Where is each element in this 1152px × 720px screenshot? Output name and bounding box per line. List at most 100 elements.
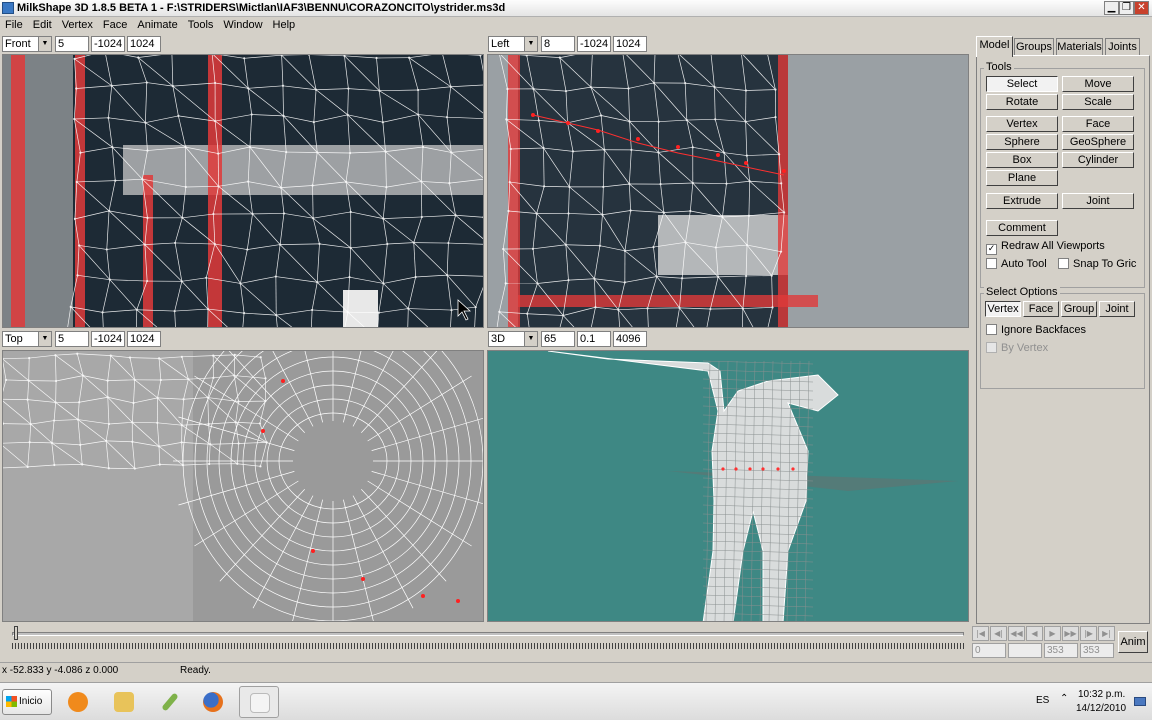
left-view-select[interactable]: Left ▼	[488, 36, 538, 52]
comment-tool-button[interactable]: Comment	[986, 220, 1058, 236]
file-explorer-taskbar-icon[interactable]	[104, 686, 144, 718]
current-frame-field[interactable]	[1008, 643, 1042, 658]
extrude-tool-button[interactable]: Extrude	[986, 193, 1058, 209]
clock-time[interactable]: 10:32 p.m.	[1078, 689, 1125, 700]
left-grid-field[interactable]: 8	[541, 36, 575, 52]
fast-forward-icon[interactable]: ▶▶	[1062, 626, 1079, 641]
3d-far-field[interactable]: 4096	[613, 331, 647, 347]
prev-key-icon[interactable]: ◀|	[990, 626, 1007, 641]
front-viewport[interactable]	[2, 54, 484, 328]
snap-to-grid-checkbox[interactable]: Snap To Gric	[1058, 258, 1136, 270]
geosphere-tool-button[interactable]: GeoSphere	[1062, 134, 1134, 150]
select-by-face-button[interactable]: Face	[1023, 301, 1059, 317]
model-panel: Model Groups Materials Joints Tools Sele…	[974, 34, 1152, 624]
frame-slider[interactable]	[12, 632, 964, 636]
top-grid-field[interactable]: 5	[55, 331, 89, 347]
taskbar: Inicio ES ⌃ 10:32 p.m. 14/12/2010	[0, 682, 1152, 720]
tab-model[interactable]: Model	[976, 36, 1013, 57]
end-frame-field[interactable]: 353	[1044, 643, 1078, 658]
front-wireframe	[3, 55, 483, 327]
tab-groups[interactable]: Groups	[1014, 38, 1054, 56]
top-near-field[interactable]: -1024	[91, 331, 125, 347]
window-title: MilkShape 3D 1.8.5 BETA 1 - F:\STRIDERS\…	[17, 2, 506, 14]
menu-edit[interactable]: Edit	[28, 17, 57, 31]
3d-fov-field[interactable]: 65	[541, 331, 575, 347]
tab-materials[interactable]: Materials	[1056, 38, 1103, 56]
last-frame-icon[interactable]: ▶|	[1098, 626, 1115, 641]
top-far-field[interactable]: 1024	[127, 331, 161, 347]
menu-vertex[interactable]: Vertex	[57, 17, 98, 31]
menu-help[interactable]: Help	[268, 17, 301, 31]
app-icon	[2, 2, 14, 14]
milkshape-taskbar-icon[interactable]	[239, 686, 279, 718]
status-bar: x -52.833 y -4.086 z 0.000 Ready.	[0, 662, 1152, 680]
clock-date[interactable]: 14/12/2010	[1076, 703, 1126, 714]
auto-tool-checkbox[interactable]: Auto Tool	[986, 258, 1047, 270]
minimize-button[interactable]: ▁	[1104, 1, 1119, 15]
face-tool-button[interactable]: Face	[1062, 116, 1134, 132]
menu-tools[interactable]: Tools	[183, 17, 219, 31]
maximize-button[interactable]: ❐	[1119, 1, 1134, 15]
scale-tool-button[interactable]: Scale	[1062, 94, 1134, 110]
select-by-group-button[interactable]: Group	[1061, 301, 1097, 317]
total-frames-field[interactable]: 353	[1080, 643, 1114, 658]
left-wireframe	[496, 55, 818, 327]
next-frame-icon[interactable]: ▶	[1044, 626, 1061, 641]
left-near-field[interactable]: -1024	[577, 36, 611, 52]
menu-animate[interactable]: Animate	[132, 17, 182, 31]
next-key-icon[interactable]: |▶	[1080, 626, 1097, 641]
front-view-select[interactable]: Front ▼	[2, 36, 52, 52]
menu-file[interactable]: File	[0, 17, 28, 31]
rotate-tool-button[interactable]: Rotate	[986, 94, 1058, 110]
left-far-field[interactable]: 1024	[613, 36, 647, 52]
paint-taskbar-icon[interactable]	[150, 686, 190, 718]
media-player-taskbar-icon[interactable]	[58, 686, 98, 718]
select-by-vertex-button[interactable]: Vertex	[985, 301, 1021, 317]
anim-toggle-button[interactable]: Anim	[1118, 631, 1148, 653]
status-message: Ready.	[180, 665, 211, 676]
by-vertex-checkbox: By Vertex	[986, 342, 1048, 354]
firefox-taskbar-icon[interactable]	[193, 686, 233, 718]
vertex-tool-button[interactable]: Vertex	[986, 116, 1058, 132]
start-button[interactable]: Inicio	[2, 689, 52, 715]
3d-near-field[interactable]: 0.1	[577, 331, 611, 347]
menu-window[interactable]: Window	[218, 17, 267, 31]
3d-view-select[interactable]: 3D ▼	[488, 331, 538, 347]
top-viewport-toolbar: Top ▼ 5 -1024 1024	[0, 330, 484, 348]
3d-viewport[interactable]	[487, 350, 969, 622]
select-by-joint-button[interactable]: Joint	[1099, 301, 1135, 317]
select-options-label: Select Options	[984, 286, 1060, 298]
top-viewport[interactable]	[2, 350, 484, 622]
front-near-field[interactable]: -1024	[91, 36, 125, 52]
rewind-icon[interactable]: ◀◀	[1008, 626, 1025, 641]
first-frame-icon[interactable]: |◀	[972, 626, 989, 641]
checkbox-icon	[1058, 258, 1069, 269]
sphere-tool-button[interactable]: Sphere	[986, 134, 1058, 150]
close-button[interactable]: ✕	[1134, 1, 1149, 15]
chevron-down-icon: ▼	[38, 37, 51, 51]
windows-logo-icon	[6, 696, 17, 707]
move-tool-button[interactable]: Move	[1062, 76, 1134, 92]
box-tool-button[interactable]: Box	[986, 152, 1058, 168]
checkbox-checked-icon: ✓	[986, 244, 997, 255]
redraw-all-viewports-checkbox[interactable]: ✓ Redraw All Viewports	[986, 240, 1105, 255]
start-frame-field[interactable]: 0	[972, 643, 1006, 658]
front-far-field[interactable]: 1024	[127, 36, 161, 52]
prev-frame-icon[interactable]: ◀	[1026, 626, 1043, 641]
left-viewport-toolbar: Left ▼ 8 -1024 1024	[486, 35, 970, 53]
plane-tool-button[interactable]: Plane	[986, 170, 1058, 186]
left-viewport[interactable]	[487, 54, 969, 328]
language-indicator[interactable]: ES	[1036, 695, 1049, 706]
ignore-backfaces-checkbox[interactable]: Ignore Backfaces	[986, 324, 1086, 336]
menu-face[interactable]: Face	[98, 17, 132, 31]
show-desktop-icon[interactable]	[1134, 697, 1146, 706]
top-view-select[interactable]: Top ▼	[2, 331, 52, 347]
cylinder-tool-button[interactable]: Cylinder	[1062, 152, 1134, 168]
show-hidden-icons-icon[interactable]: ⌃	[1060, 693, 1068, 704]
tab-joints[interactable]: Joints	[1105, 38, 1140, 56]
chevron-down-icon: ▼	[524, 332, 537, 346]
frame-slider-thumb[interactable]	[14, 626, 18, 640]
joint-tool-button[interactable]: Joint	[1062, 193, 1134, 209]
front-grid-field[interactable]: 5	[55, 36, 89, 52]
select-tool-button[interactable]: Select	[986, 76, 1058, 92]
